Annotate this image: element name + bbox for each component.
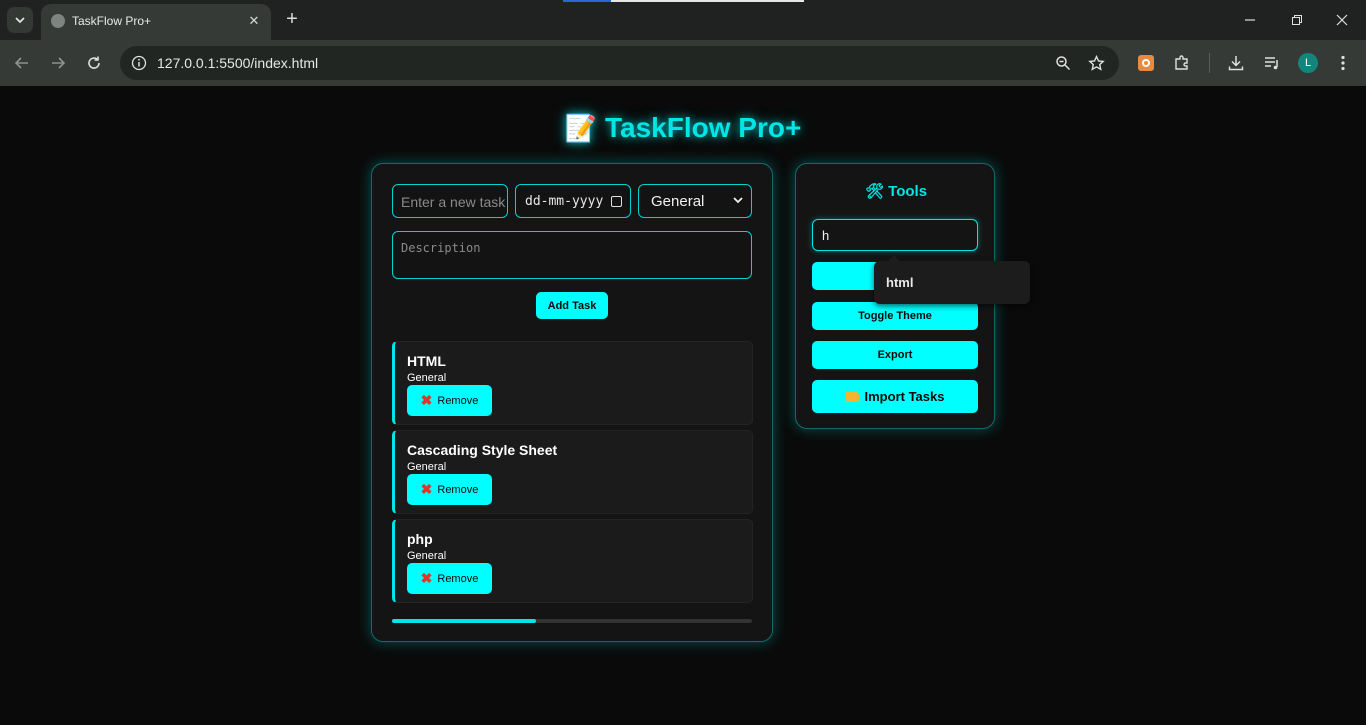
tab-search-button[interactable] [7, 7, 33, 33]
import-label: Import Tasks [864, 389, 945, 404]
close-icon [1336, 14, 1348, 26]
toolbar-divider [1209, 53, 1210, 73]
task-card: Cascading Style Sheet General ✖ Remove [392, 430, 753, 514]
remove-label: Remove [437, 483, 479, 496]
category-select[interactable]: General [638, 184, 752, 218]
cross-mark-icon: ✖ [420, 392, 433, 408]
close-window-button[interactable] [1330, 8, 1354, 32]
forward-button[interactable] [46, 51, 70, 75]
export-button[interactable]: Export [812, 341, 978, 369]
task-name: php [407, 531, 433, 547]
cross-mark-icon: ✖ [420, 570, 433, 586]
remove-task-button[interactable]: ✖ Remove [407, 385, 492, 416]
close-icon[interactable]: ✕ [245, 12, 263, 30]
date-input[interactable]: dd-mm-yyyy [515, 184, 631, 218]
search-input[interactable]: h [812, 219, 978, 251]
back-button[interactable] [10, 51, 34, 75]
task-category: General [407, 461, 447, 473]
minimize-icon [1245, 19, 1255, 21]
toggle-theme-button[interactable]: Toggle Theme [812, 302, 978, 330]
autocomplete-dropdown: html [874, 255, 1030, 304]
remove-label: Remove [437, 394, 479, 407]
task-card: HTML General ✖ Remove [392, 341, 753, 425]
globe-icon [51, 14, 65, 28]
tools-title: 🛠 Tools [864, 183, 928, 200]
extensions-puzzle-icon[interactable] [1171, 52, 1193, 74]
browser-toolbar: 127.0.0.1:5500/index.html L [0, 40, 1366, 86]
category-selected: General [651, 193, 705, 210]
arrow-left-icon [14, 57, 28, 69]
cross-mark-icon: ✖ [420, 481, 433, 497]
browser-tab[interactable]: TaskFlow Pro+ ✕ [41, 4, 271, 40]
remove-label: Remove [437, 572, 479, 585]
extension-icon[interactable] [1135, 52, 1157, 74]
address-bar[interactable]: 127.0.0.1:5500/index.html [120, 46, 1119, 80]
task-panel: Enter a new task dd-mm-yyyy General Desc… [371, 163, 773, 642]
page: 📝 TaskFlow Pro+ Enter a new task dd-mm-yy… [0, 86, 1366, 725]
site-info-icon[interactable] [130, 54, 148, 72]
import-tasks-button[interactable]: Import Tasks [812, 380, 978, 413]
remove-task-button[interactable]: ✖ Remove [407, 563, 492, 594]
zoom-icon[interactable] [1054, 54, 1072, 72]
description-input[interactable]: Description [392, 231, 752, 279]
task-name: Cascading Style Sheet [407, 442, 558, 458]
task-category: General [407, 550, 447, 562]
arrow-right-icon [52, 57, 66, 69]
calendar-icon[interactable] [611, 196, 622, 207]
task-card: php General ✖ Remove [392, 519, 753, 603]
chevron-down-icon [733, 197, 743, 204]
media-control-icon[interactable] [1261, 52, 1283, 74]
remove-task-button[interactable]: ✖ Remove [407, 474, 492, 505]
folder-icon [845, 391, 859, 402]
restore-icon [1292, 15, 1302, 25]
task-category: General [407, 372, 447, 384]
tab-title: TaskFlow Pro+ [72, 14, 152, 28]
download-icon[interactable] [1225, 52, 1247, 74]
top-indicator [611, 0, 804, 2]
new-tab-button[interactable]: + [281, 8, 303, 30]
chevron-down-icon [15, 17, 25, 24]
url-text: 127.0.0.1:5500/index.html [157, 55, 319, 71]
memo-icon: 📝 [564, 113, 598, 143]
add-task-button[interactable]: Add Task [536, 292, 608, 319]
top-indicator [563, 0, 611, 2]
progress-bar [392, 619, 752, 623]
app-title: 📝 TaskFlow Pro+ [0, 112, 1366, 144]
browser-tabbar: TaskFlow Pro+ ✕ + [0, 0, 1366, 40]
autocomplete-item[interactable]: html [886, 275, 913, 290]
app-title-text: TaskFlow Pro+ [605, 112, 802, 143]
reload-icon [88, 56, 100, 69]
date-placeholder: dd-mm-yyyy [525, 194, 604, 209]
minimize-button[interactable] [1238, 8, 1262, 32]
progress-fill [392, 619, 536, 623]
task-name: HTML [407, 353, 446, 369]
profile-avatar[interactable]: L [1298, 53, 1318, 73]
kebab-menu-icon[interactable] [1332, 52, 1354, 74]
restore-button[interactable] [1285, 8, 1309, 32]
task-input[interactable]: Enter a new task [392, 184, 508, 218]
bookmark-star-icon[interactable] [1087, 54, 1105, 72]
reload-button[interactable] [82, 51, 106, 75]
